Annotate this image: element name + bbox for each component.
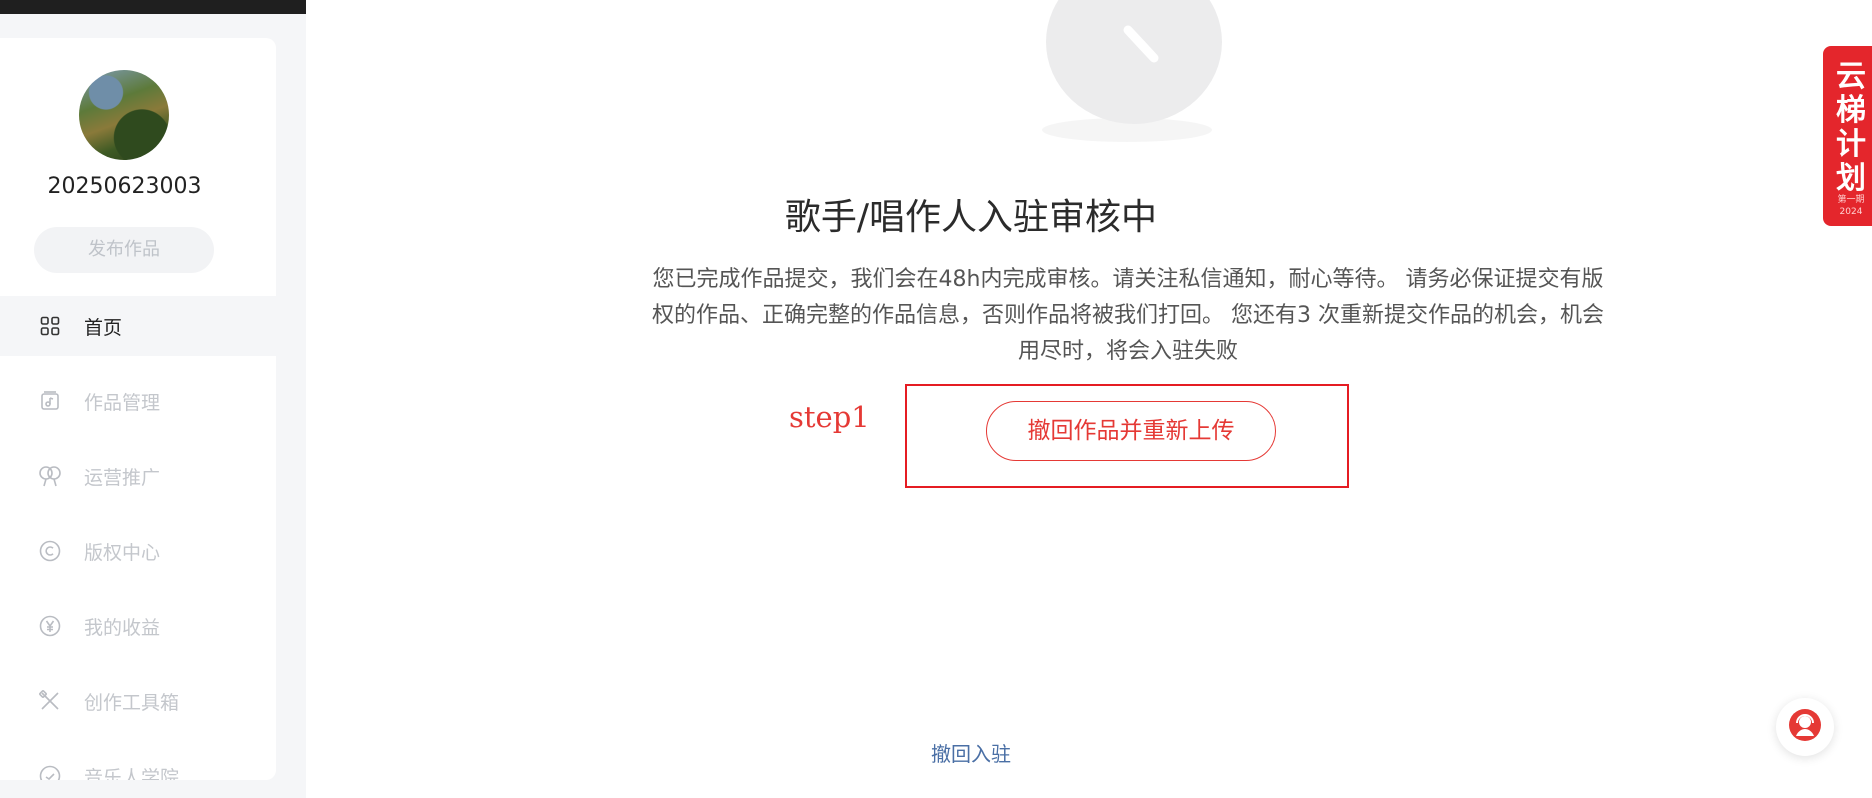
- publish-button[interactable]: 发布作品: [34, 227, 214, 273]
- promo-banner[interactable]: 云梯计划 第一期 2024: [1823, 46, 1872, 226]
- sidebar: 20250623003 发布作品 首页 作品管理 运营推广 版权中心 我的收益 …: [0, 38, 276, 780]
- username: 20250623003: [47, 174, 202, 199]
- sidebar-item-label: 创作工具箱: [84, 691, 180, 714]
- banner-title: 云梯计划: [1836, 59, 1866, 196]
- status-description: 您已完成作品提交，我们会在48h内完成审核。请关注私信通知，耐心等待。 请务必保…: [652, 267, 1604, 364]
- sidebar-item-label: 作品管理: [84, 391, 161, 414]
- banner-subtitle: 第一期 2024: [1837, 195, 1865, 217]
- sidebar-item-label: 版权中心: [84, 541, 161, 564]
- sidebar-item-label: 我的收益: [84, 616, 161, 639]
- sidebar-item-label: 运营推广: [84, 466, 161, 489]
- sidebar-item-label: 音乐人学院: [84, 766, 180, 781]
- sidebar-item-home[interactable]: 首页: [0, 296, 276, 356]
- tools-icon: [38, 689, 62, 713]
- sidebar-item-works[interactable]: 作品管理: [0, 371, 276, 431]
- sidebar-item-label: 首页: [84, 316, 123, 339]
- balloon-icon: [38, 464, 62, 488]
- academy-icon: [38, 764, 62, 780]
- sidebar-item-promotion[interactable]: 运营推广: [0, 446, 276, 506]
- sidebar-item-academy[interactable]: 音乐人学院: [0, 746, 276, 780]
- page-title: 歌手/唱作人入驻审核中: [784, 197, 1158, 238]
- sidebar-item-earnings[interactable]: 我的收益: [0, 596, 276, 656]
- sidebar-item-toolbox[interactable]: 创作工具箱: [0, 671, 276, 731]
- headset-icon: [1788, 708, 1822, 746]
- customer-support-button[interactable]: [1776, 698, 1834, 756]
- step-annotation-label: step1: [789, 400, 870, 434]
- avatar[interactable]: [79, 70, 169, 160]
- clock-icon: [1046, 0, 1222, 124]
- grid-icon: [38, 314, 62, 338]
- copyright-icon: [38, 539, 62, 563]
- sidebar-item-copyright[interactable]: 版权中心: [0, 521, 276, 581]
- withdraw-and-reupload-button[interactable]: 撤回作品并重新上传: [986, 401, 1276, 461]
- withdraw-application-link[interactable]: 撤回入驻: [306, 738, 1636, 767]
- main-content: 歌手/唱作人入驻审核中 您已完成作品提交，我们会在48h内完成审核。请关注私信通…: [306, 0, 1872, 798]
- yen-icon: [38, 614, 62, 638]
- music-doc-icon: [38, 389, 62, 413]
